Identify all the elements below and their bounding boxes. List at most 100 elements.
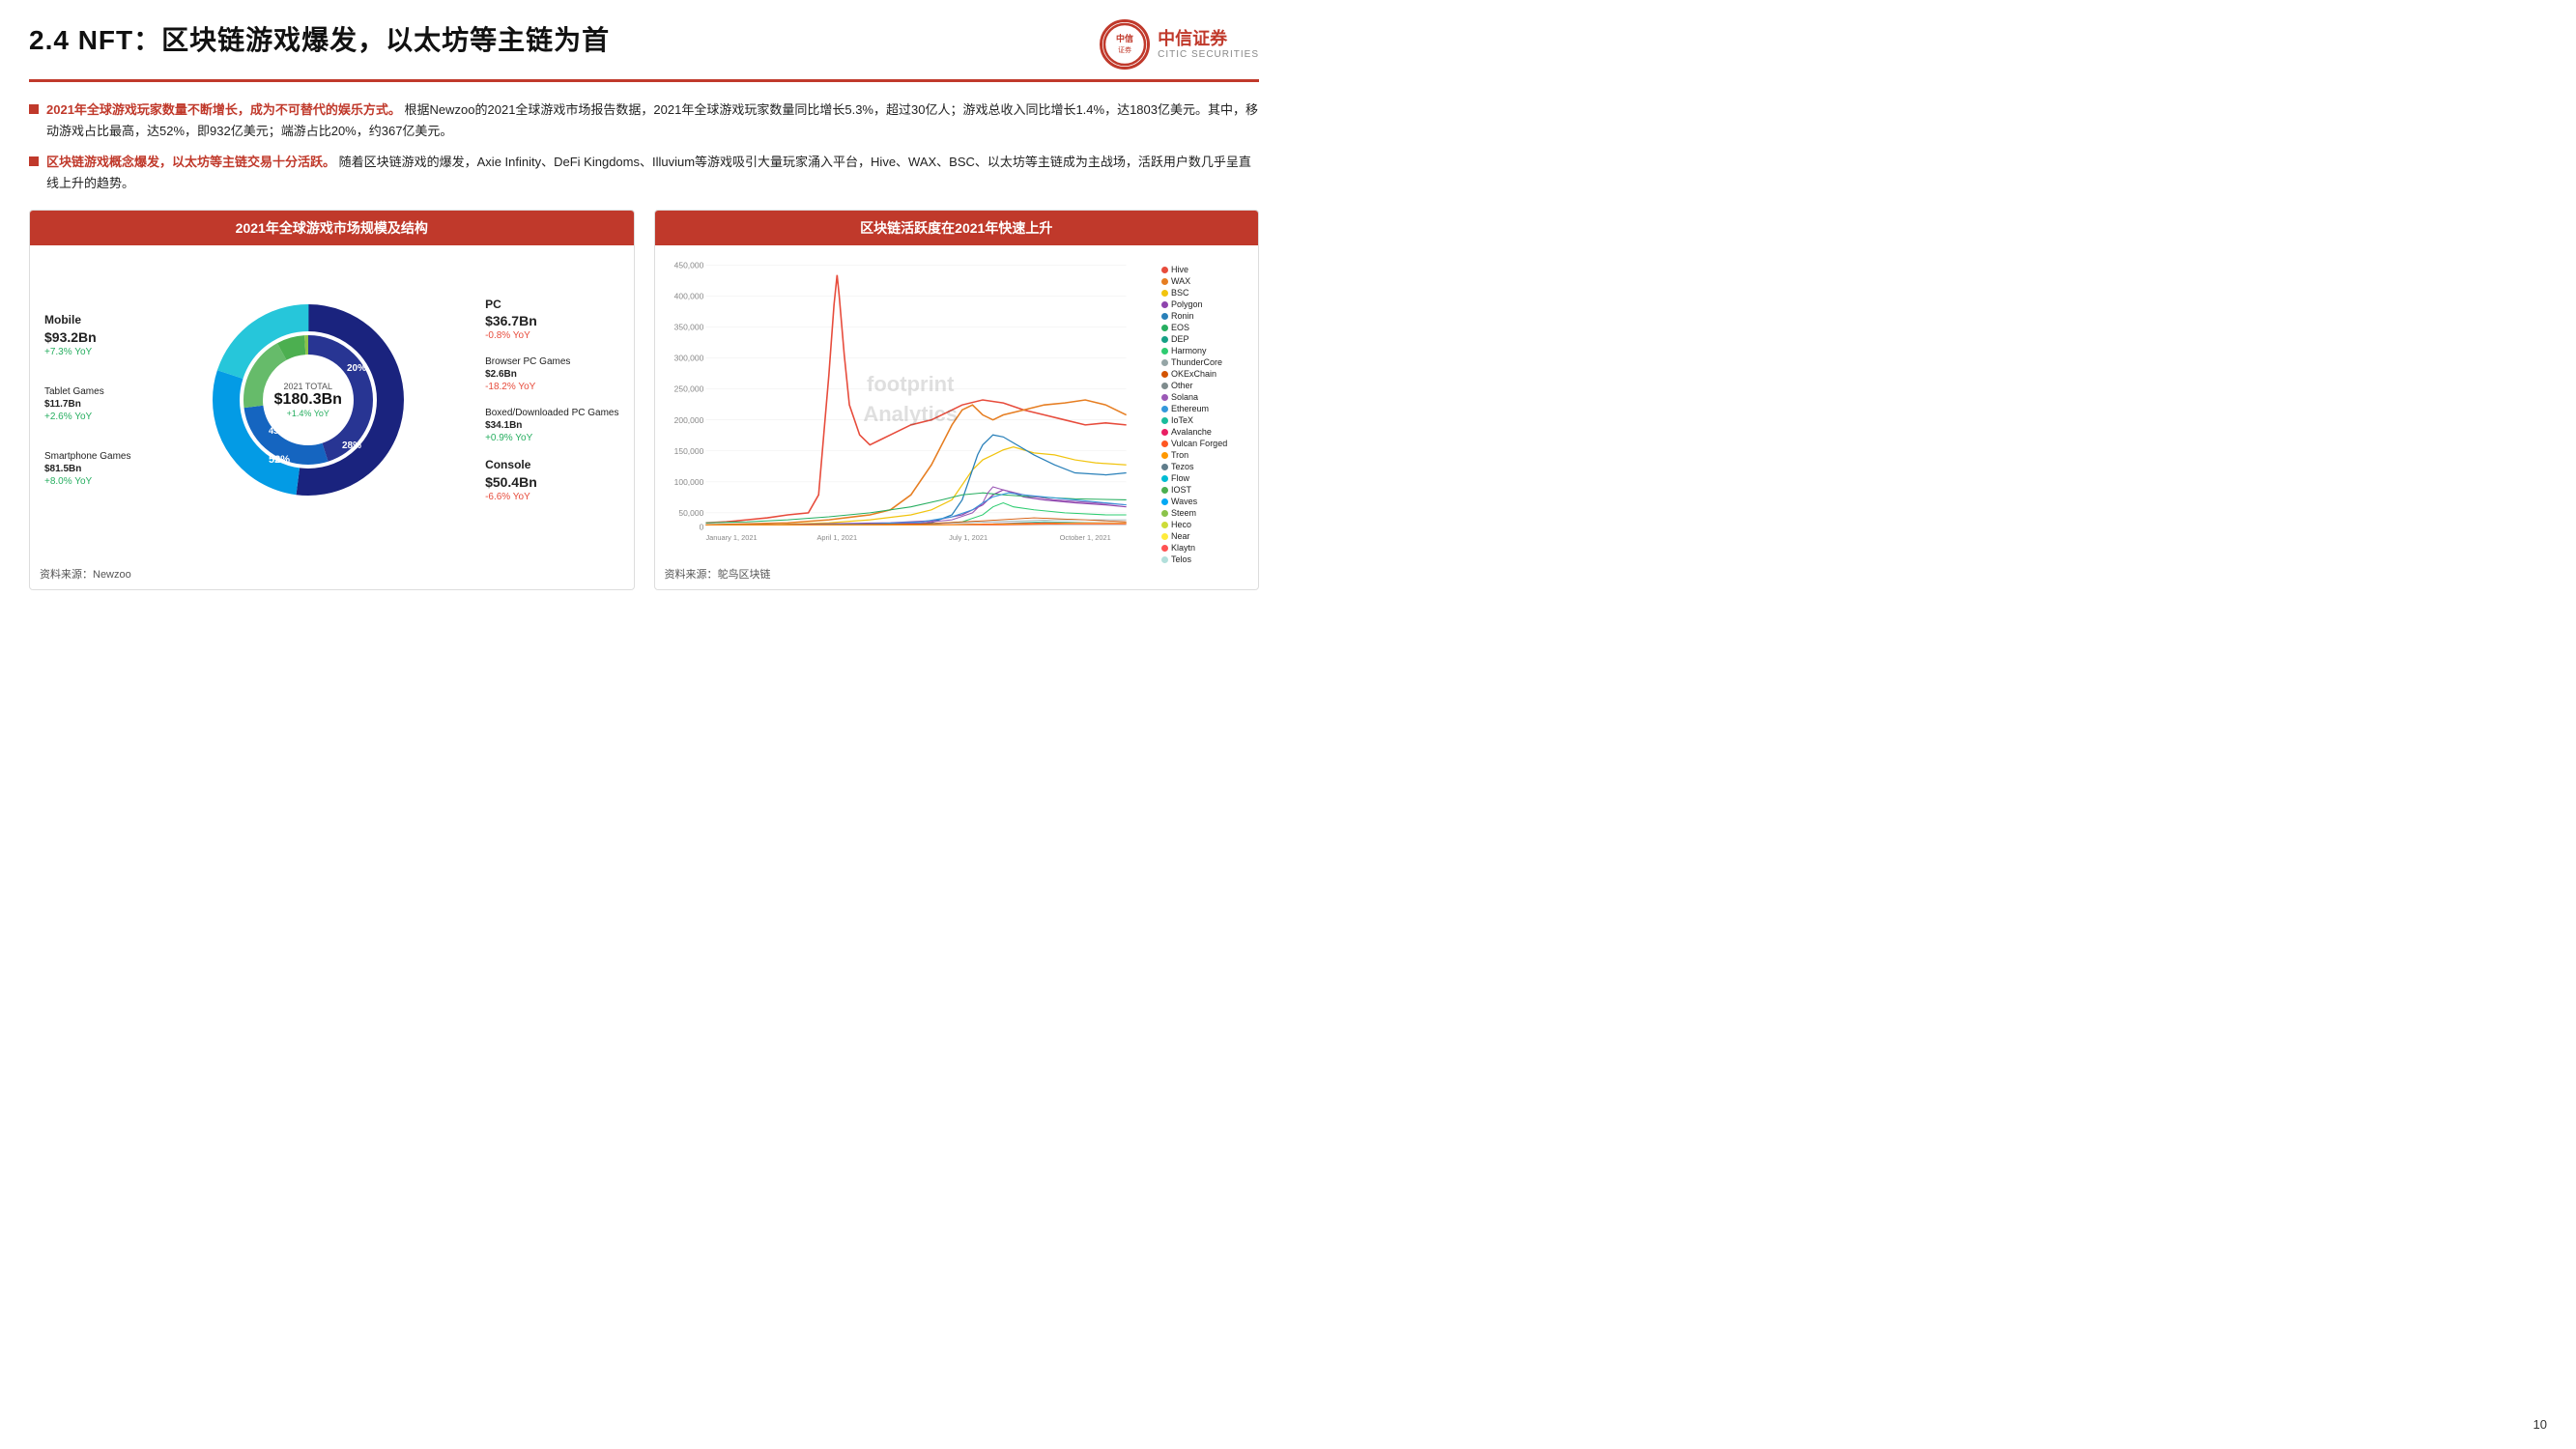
legend-label: Other bbox=[1171, 381, 1193, 390]
svg-text:7%1%: 7%1% bbox=[301, 358, 320, 365]
legend-dot bbox=[1161, 325, 1168, 331]
legend-dot bbox=[1161, 556, 1168, 563]
legend-item: Flow bbox=[1161, 473, 1248, 483]
svg-text:450,000: 450,000 bbox=[673, 261, 703, 270]
bullet-item-1: 2021年全球游戏玩家数量不断增长，成为不可替代的娱乐方式。 根据Newzoo的… bbox=[29, 99, 1259, 142]
legend-dot bbox=[1161, 278, 1168, 285]
legend-item: WAX bbox=[1161, 276, 1248, 286]
legend-label: ThunderCore bbox=[1171, 357, 1222, 367]
bullet-section: 2021年全球游戏玩家数量不断增长，成为不可替代的娱乐方式。 根据Newzoo的… bbox=[29, 99, 1259, 194]
donut-chart: 52% 28% 20% 45% 28% 19% 7%1% 2021 TOTAL … bbox=[202, 294, 415, 506]
logo-area: 中信 证券 中信证券 CITIC SECURITIES bbox=[1100, 19, 1259, 70]
tablet-label: Tablet Games $11.7Bn +2.6% YoY bbox=[44, 385, 131, 423]
legend-label: Steem bbox=[1171, 508, 1196, 518]
svg-text:0: 0 bbox=[699, 523, 703, 532]
legend-dot bbox=[1161, 545, 1168, 552]
legend-item: Tezos bbox=[1161, 462, 1248, 471]
legend-dot bbox=[1161, 371, 1168, 378]
legend-label: Avalanche bbox=[1171, 427, 1212, 437]
bullet-text-1: 2021年全球游戏玩家数量不断增长，成为不可替代的娱乐方式。 根据Newzoo的… bbox=[46, 99, 1259, 142]
legend-dot bbox=[1161, 533, 1168, 540]
donut-center-text: 2021 TOTAL $180.3Bn +1.4% YoY bbox=[274, 382, 342, 418]
bullet-text-2: 区块链游戏概念爆发，以太坊等主链交易十分活跃。 随着区块链游戏的爆发，Axie … bbox=[46, 152, 1259, 194]
svg-text:250,000: 250,000 bbox=[673, 384, 703, 394]
legend-item: IOST bbox=[1161, 485, 1248, 495]
right-chart: 区块链活跃度在2021年快速上升 footprint Analytics bbox=[654, 210, 1260, 590]
legend-label: WAX bbox=[1171, 276, 1190, 286]
pc-label: PC $36.7Bn -0.8% YoY bbox=[485, 298, 618, 343]
donut-right-labels: PC $36.7Bn -0.8% YoY Browser PC Games $2… bbox=[485, 298, 618, 504]
left-chart-source: 资料来源：Newzoo bbox=[30, 562, 634, 589]
legend-item: BSC bbox=[1161, 288, 1248, 298]
legend-dot bbox=[1161, 417, 1168, 424]
legend-item: ThunderCore bbox=[1161, 357, 1248, 367]
svg-text:中信: 中信 bbox=[1116, 33, 1133, 43]
legend-dot bbox=[1161, 313, 1168, 320]
svg-text:45%: 45% bbox=[269, 426, 286, 436]
legend-item: Heco bbox=[1161, 520, 1248, 529]
legend-label: Klaytn bbox=[1171, 543, 1195, 553]
legend-item: Klaytn bbox=[1161, 543, 1248, 553]
svg-text:50,000: 50,000 bbox=[678, 508, 703, 518]
browser-pc-label: Browser PC Games $2.6Bn -18.2% YoY bbox=[485, 355, 618, 393]
right-chart-source: 资料来源：鸵鸟区块链 bbox=[655, 562, 1259, 589]
legend-label: IoTeX bbox=[1171, 415, 1193, 425]
legend-item: Telos bbox=[1161, 554, 1248, 564]
legend-dot bbox=[1161, 290, 1168, 297]
legend-dot bbox=[1161, 429, 1168, 436]
smartphone-label: Smartphone Games $81.5Bn +8.0% YoY bbox=[44, 450, 131, 488]
svg-text:July 1, 2021: July 1, 2021 bbox=[949, 533, 987, 542]
svg-text:100,000: 100,000 bbox=[673, 477, 703, 487]
legend-label: Polygon bbox=[1171, 299, 1203, 309]
line-chart-area: footprint Analytics bbox=[665, 255, 1249, 545]
legend-dot bbox=[1161, 452, 1168, 459]
legend-item: DEP bbox=[1161, 334, 1248, 344]
legend-item: IoTeX bbox=[1161, 415, 1248, 425]
legend-label: EOS bbox=[1171, 323, 1189, 332]
page-title: 2.4 NFT：区块链游戏爆发，以太坊等主链为首 bbox=[29, 19, 610, 58]
logo-text-block: 中信证券 CITIC SECURITIES bbox=[1158, 29, 1259, 61]
svg-text:350,000: 350,000 bbox=[673, 323, 703, 332]
legend-label: Ethereum bbox=[1171, 404, 1209, 413]
legend-label: BSC bbox=[1171, 288, 1189, 298]
left-chart-title: 2021年全球游戏市场规模及结构 bbox=[30, 211, 634, 245]
legend-label: Telos bbox=[1171, 554, 1191, 564]
svg-text:400,000: 400,000 bbox=[673, 292, 703, 301]
boxed-pc-label: Boxed/Downloaded PC Games $34.1Bn +0.9% … bbox=[485, 407, 618, 444]
legend-label: IOST bbox=[1171, 485, 1191, 495]
legend-item: Other bbox=[1161, 381, 1248, 390]
svg-text:证券: 证券 bbox=[1118, 45, 1131, 54]
svg-text:20%: 20% bbox=[347, 363, 366, 374]
legend-label: Waves bbox=[1171, 497, 1197, 506]
legend-item: Tron bbox=[1161, 450, 1248, 460]
bullet-item-2: 区块链游戏概念爆发，以太坊等主链交易十分活跃。 随着区块链游戏的爆发，Axie … bbox=[29, 152, 1259, 194]
svg-text:300,000: 300,000 bbox=[673, 354, 703, 363]
svg-text:200,000: 200,000 bbox=[673, 415, 703, 425]
legend-dot bbox=[1161, 359, 1168, 366]
legend-dot bbox=[1161, 498, 1168, 505]
bullet-icon-2 bbox=[29, 156, 39, 166]
legend-dot bbox=[1161, 475, 1168, 482]
legend-dot bbox=[1161, 301, 1168, 308]
legend-dot bbox=[1161, 406, 1168, 412]
legend-item: Polygon bbox=[1161, 299, 1248, 309]
legend-dot bbox=[1161, 522, 1168, 528]
left-chart: 2021年全球游戏市场规模及结构 Mobile $93.2Bn +7.3% Yo… bbox=[29, 210, 635, 590]
legend-dot bbox=[1161, 440, 1168, 447]
logo-icon: 中信 证券 bbox=[1100, 19, 1150, 70]
svg-text:150,000: 150,000 bbox=[673, 446, 703, 456]
page-number: 10 bbox=[2533, 1417, 2547, 1432]
left-chart-body: Mobile $93.2Bn +7.3% YoY Tablet Games $1… bbox=[30, 245, 634, 554]
legend-dot bbox=[1161, 383, 1168, 389]
legend-label: Vulcan Forged bbox=[1171, 439, 1227, 448]
legend-item: OKExChain bbox=[1161, 369, 1248, 379]
legend-item: Vulcan Forged bbox=[1161, 439, 1248, 448]
legend-label: DEP bbox=[1171, 334, 1189, 344]
legend-label: Tron bbox=[1171, 450, 1188, 460]
charts-row: 2021年全球游戏市场规模及结构 Mobile $93.2Bn +7.3% Yo… bbox=[29, 210, 1259, 590]
legend-dot bbox=[1161, 348, 1168, 355]
legend-dot bbox=[1161, 510, 1168, 517]
legend-dot bbox=[1161, 394, 1168, 401]
legend-item: Avalanche bbox=[1161, 427, 1248, 437]
bullet-highlight-1: 2021年全球游戏玩家数量不断增长，成为不可替代的娱乐方式。 bbox=[46, 102, 401, 117]
